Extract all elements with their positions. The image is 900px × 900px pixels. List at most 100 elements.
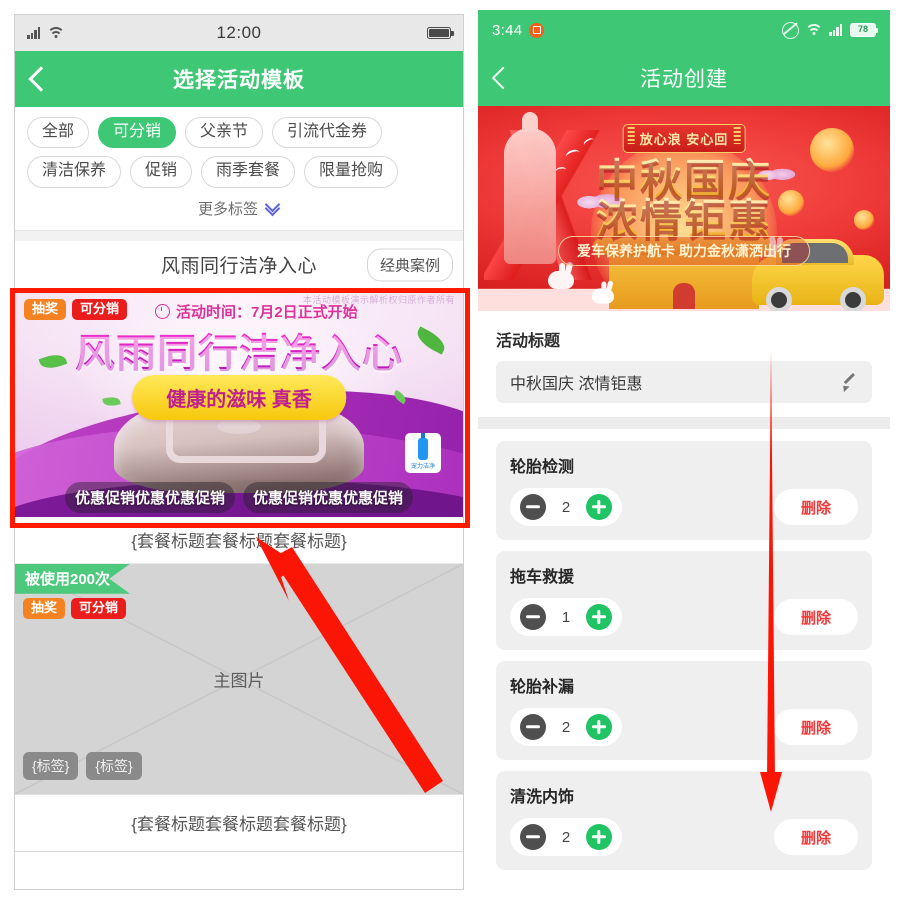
promo-badge-group: 抽奖 可分销 [24,298,128,321]
filter-chip-distributable[interactable]: 可分销 [98,117,177,149]
back-chevron-icon [491,66,514,90]
delete-button[interactable]: 删除 [774,599,858,635]
activity-title-value: 中秋国庆 浓情钜惠 [510,376,643,393]
right-phone-screen: 3:44 78 活动创建 放心浪 安心回 中秋国庆 浓情钜惠 爱车保养护航卡 助… [478,10,890,890]
template-card-title: 风雨同行洁净入心 [160,256,317,278]
promo-subheadline: 健康的滋味 真香 [132,374,346,420]
service-controls: 2 删除 [510,818,858,856]
second-card-footer-title: {套餐标题套餐标题套餐标题} [15,793,463,852]
mute-icon [782,21,799,39]
quantity-value: 1 [561,608,571,626]
badge-distributable: 可分销 [71,597,127,620]
quantity-value: 2 [561,828,571,846]
second-card-tag-group: {标签} {标签} [23,751,142,780]
plus-circle-icon[interactable] [586,824,612,850]
service-item-list: 轮胎检测 2 删除 拖车救援 1 删除 轮胎补漏 2 删除 清洗内饰 2 删除 [496,429,872,870]
filter-row-2: 清洁保养 促销 雨季套餐 限量抢购 [25,156,453,188]
quantity-stepper: 1 [510,598,622,636]
placeholder-tag-2: {标签} [86,751,142,780]
left-phone-screen: 12:00 选择活动模板 全部 可分销 父亲节 引流代金券 清洁保养 促销 雨季… [14,14,464,890]
quantity-stepper: 2 [510,708,622,746]
filter-chip-cleaning[interactable]: 清洁保养 [27,156,122,188]
page-title: 选择活动模板 [173,69,305,92]
back-chevron-icon [27,66,54,92]
promo-headline: 风雨同行洁净入心 [15,321,463,379]
promo-watermark: 本活动模板演示解析权归原作者所有 [302,294,455,305]
template-promo-banner[interactable]: 抽奖 可分销 活动时间：7月2日正式开始 本活动模板演示解析权归原作者所有 风雨… [15,288,463,517]
placeholder-label: 主图片 [213,671,265,691]
right-status-bar: 3:44 78 [478,10,890,50]
delete-button[interactable]: 删除 [774,489,858,525]
filter-chip-voucher[interactable]: 引流代金券 [272,117,383,149]
clock-icon [155,303,170,319]
activity-title-label: 活动标题 [496,333,561,350]
form-section-divider [478,417,890,429]
second-card-image-placeholder[interactable]: 被使用200次 抽奖 可分销 主图片 {标签} {标签} [15,563,463,794]
promo-ribbon-text-1: 优惠促销优惠优惠促销 [64,481,235,513]
screenshot-stage: 12:00 选择活动模板 全部 可分销 父亲节 引流代金券 清洁保养 促销 雨季… [0,0,900,900]
template-card-header: 风雨同行洁净入心 经典案例 [15,240,463,289]
service-controls: 1 删除 [510,598,858,636]
banner-tagline: 爱车保养护航卡 助力金秋潇洒出行 [558,236,810,266]
quantity-value: 2 [561,498,571,516]
service-row: 轮胎补漏 2 删除 [496,661,872,760]
battery-icon [427,27,454,39]
rabbit-icon [548,271,574,289]
bottle-product-icon: 宠力洁净 [405,432,441,473]
badge-lottery: 抽奖 [24,298,67,321]
back-button[interactable] [15,51,61,107]
minus-circle-icon[interactable] [520,604,546,630]
wheel-icon [766,287,792,311]
service-name: 清洗内饰 [510,789,575,806]
wifi-icon [805,24,823,36]
delete-button[interactable]: 删除 [774,709,858,745]
minus-circle-icon[interactable] [520,494,546,520]
activity-form: 活动标题 中秋国庆 浓情钜惠 轮胎检测 2 删除 拖车救援 1 删除 轮胎补漏 … [478,311,890,870]
back-button[interactable] [478,50,522,106]
activity-hero-banner[interactable]: 放心浪 安心回 中秋国庆 浓情钜惠 爱车保养护航卡 助力金秋潇洒出行 [478,106,890,311]
activity-title-field[interactable]: 中秋国庆 浓情钜惠 [496,361,872,403]
filter-chip-limited-rush[interactable]: 限量抢购 [304,156,399,188]
delete-button[interactable]: 删除 [774,819,858,855]
filter-chip-rainy-package[interactable]: 雨季套餐 [201,156,296,188]
battery-icon: 78 [850,23,879,37]
plus-circle-icon[interactable] [586,714,612,740]
filter-chip-all[interactable]: 全部 [27,117,90,149]
quantity-value: 2 [561,718,571,736]
left-nav-bar: 选择活动模板 [15,51,463,107]
rabbit-icon [591,288,615,304]
quantity-stepper: 2 [510,818,622,856]
minus-circle-icon[interactable] [520,824,546,850]
quantity-stepper: 2 [510,488,622,526]
signal-icon [829,24,843,36]
bottle-label: 宠力洁净 [410,463,435,470]
filter-chip-fathers-day[interactable]: 父亲节 [185,117,264,149]
app-notification-icon [529,22,545,38]
service-row: 清洗内饰 2 删除 [496,771,872,870]
service-controls: 2 删除 [510,488,858,526]
more-tags-button[interactable]: 更多标签 [25,196,453,226]
plus-circle-icon[interactable] [586,494,612,520]
wheel-icon [840,287,866,311]
right-nav-bar: 活动创建 [478,50,890,106]
classic-case-button[interactable]: 经典案例 [366,248,453,282]
right-status-icons: 78 [782,21,879,39]
filter-row-1: 全部 可分销 父亲节 引流代金券 [25,117,453,149]
pencil-icon[interactable] [841,374,858,391]
status-bar-time: 12:00 [216,23,262,42]
promo-ribbon-group: 优惠促销优惠优惠促销 优惠促销优惠优惠促销 [15,481,463,513]
filter-tag-zone: 全部 可分销 父亲节 引流代金券 清洁保养 促销 雨季套餐 限量抢购 更多标签 [15,107,463,231]
selected-card-footer-title: {套餐标题套餐标题套餐标题} [15,516,463,564]
section-divider [15,230,463,241]
service-name: 拖车救援 [510,569,575,586]
left-status-bar: 12:00 [15,15,463,51]
double-chevron-down-icon [264,196,281,217]
minus-circle-icon[interactable] [520,714,546,740]
plus-circle-icon[interactable] [586,604,612,630]
service-row: 轮胎检测 2 删除 [496,441,872,540]
badge-distributable: 可分销 [72,298,128,321]
service-name: 轮胎补漏 [510,679,575,696]
service-row: 拖车救援 1 删除 [496,551,872,650]
status-bar-time: 3:44 [492,21,523,39]
filter-chip-promotion[interactable]: 促销 [130,156,193,188]
